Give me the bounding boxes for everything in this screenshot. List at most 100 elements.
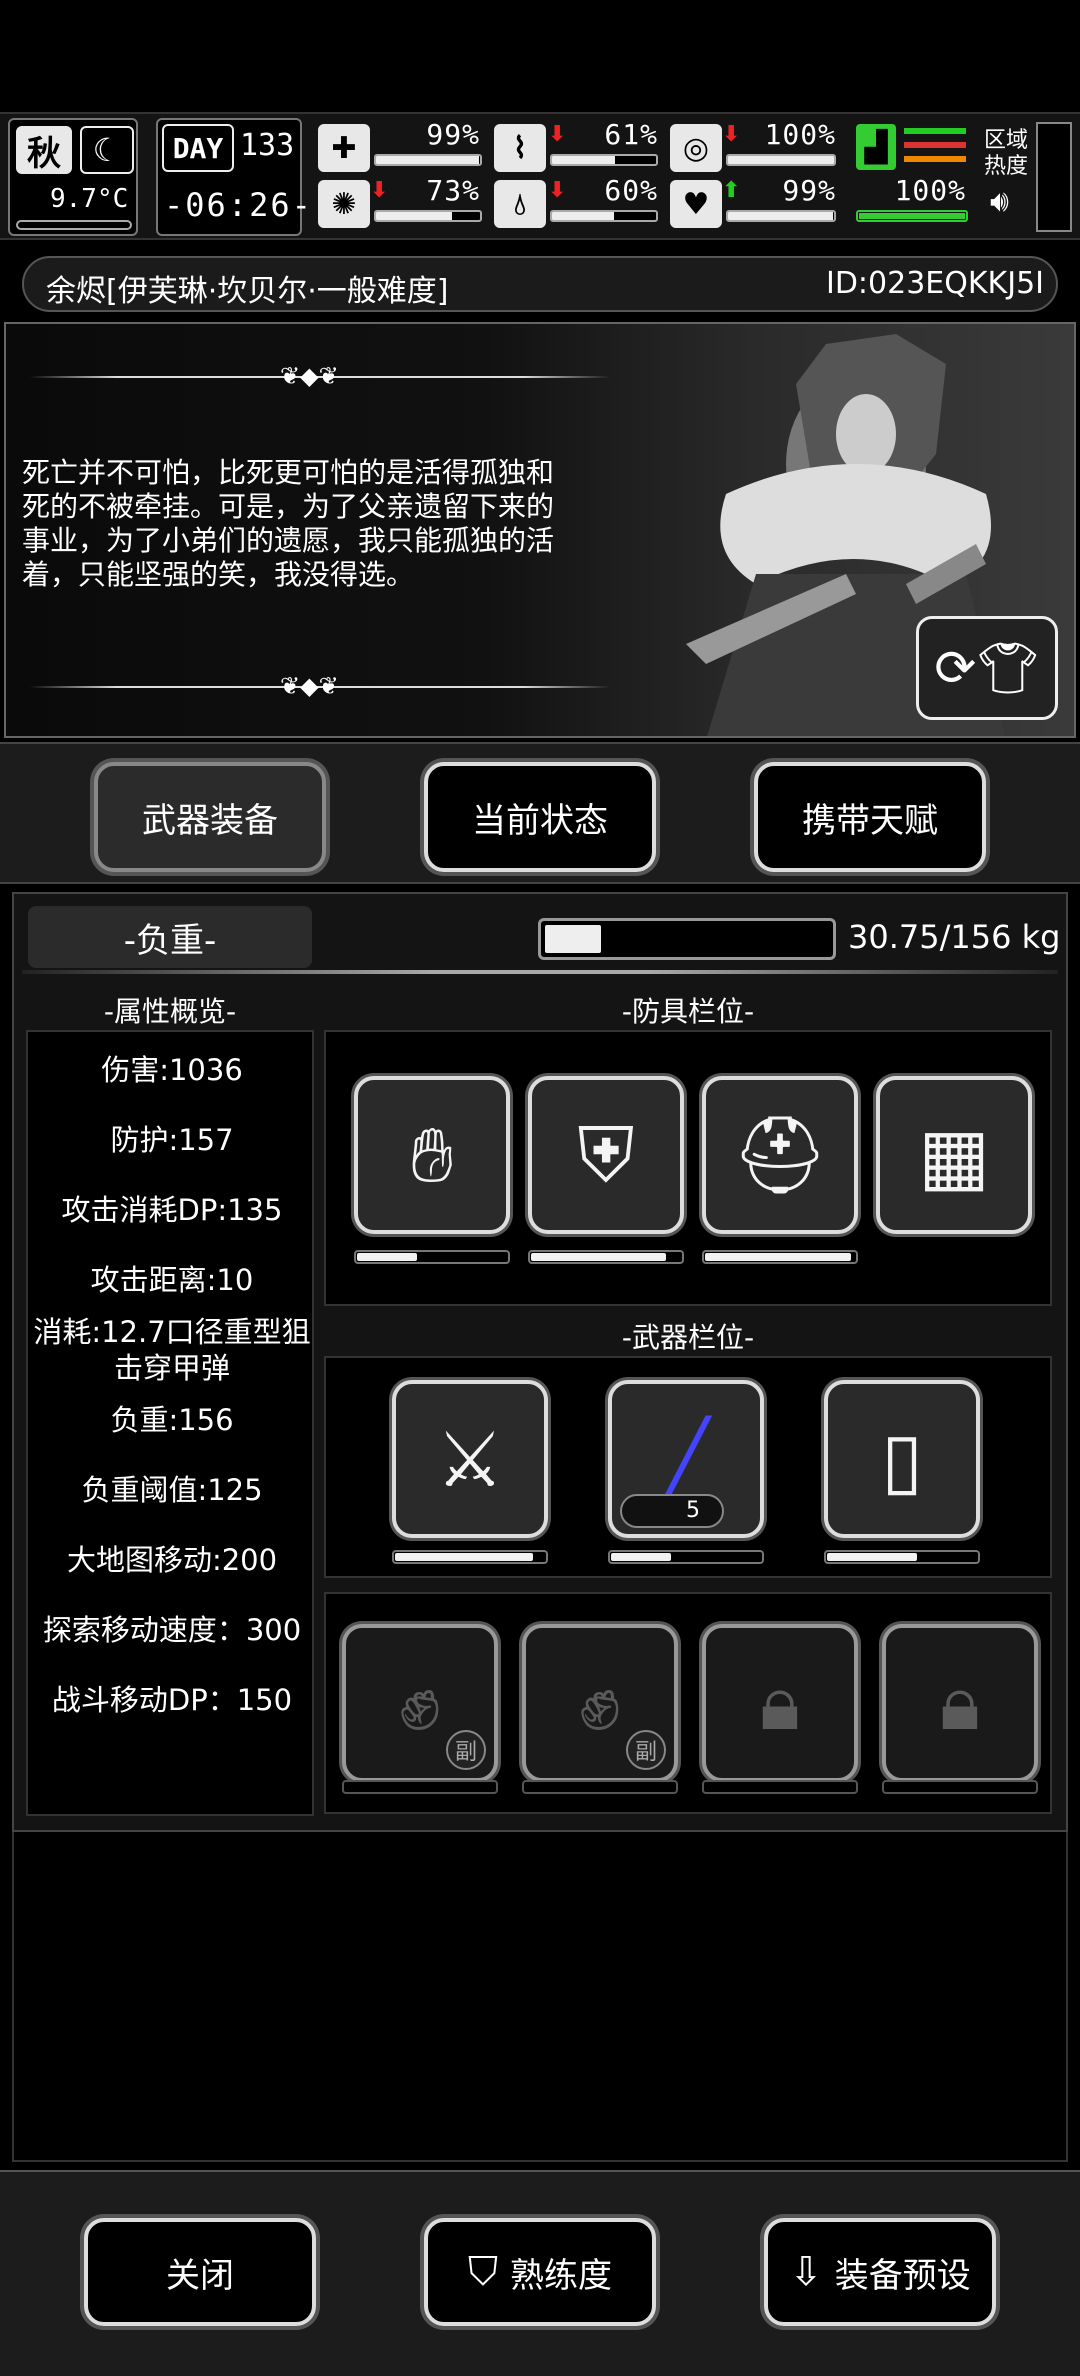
preset-icon: ⇩ [789,2249,823,2295]
attributes-heading: -属性概览- [103,995,237,1028]
face-icon: ◎ [670,124,722,172]
secondary-slot-2-bar [522,1780,678,1794]
temperature: 9.7°C [50,184,129,214]
armor-slot-helmet[interactable]: ⛑︎ [702,1076,858,1234]
ammo-count: 5 [620,1494,724,1528]
attr-attack-dp: 攻击消耗DP:135 [61,1193,283,1227]
secondary-slot-2[interactable]: ✊︎ 副 [522,1624,678,1782]
attr-weight-threshold: 负重阈值:125 [81,1473,263,1507]
season-icon: 秋 [16,126,72,174]
weapon-slot-shield[interactable]: ▯ [824,1380,980,1538]
proficiency-button[interactable]: ⛉ 熟练度 [424,2218,656,2326]
shield-durability [824,1550,980,1564]
water-drop-icon: 💧︎ [494,180,546,228]
character-portrait: ❦◆❦ 死亡并不可怕，比死更可怕的是活得孤独和 死的不被牵挂。可是，为了父亲遗留… [4,322,1076,738]
tab-carried-talents[interactable]: 携带天赋 [754,762,986,872]
lock-icon: 🔒︎ [939,1657,981,1747]
weight-label: -负重- [28,906,312,968]
change-outfit-button[interactable]: ⟳👕︎ [916,616,1058,720]
equipment-preset-button[interactable]: ⇩ 装备预设 [764,2218,996,2326]
speaker-icon[interactable]: 🔊︎ [990,184,1009,219]
empty-area [12,1832,1068,2162]
mood-value: 100% [764,118,836,151]
stamina-stripe-2 [904,142,966,148]
weapon-slots-panel: ⚔︎ ╱ 5 ▯ [324,1356,1052,1578]
character-name-bar: 余烬[伊芙琳·坎贝尔·一般难度] ID:023EQKKJ5I [22,256,1058,312]
close-button[interactable]: 关闭 [84,2218,316,2326]
secondary-slot-1-bar [342,1780,498,1794]
locked-slot-1-bar [702,1780,858,1794]
secondary-slot-1[interactable]: ✊︎ 副 [342,1624,498,1782]
thermometer-icon [16,220,132,230]
health-value: 99% [426,118,480,151]
inventory-screen: 秋 ☾ 9.7°C DAY 133 -06:26- ✚ 99% ⌇ ⬇ 61% … [0,0,1080,2376]
helmet-durability [702,1250,858,1264]
weapons-heading: -武器栏位- [621,1321,755,1354]
stomach-icon: ⌇ [494,124,546,172]
weight-bar [538,918,836,960]
preset-label: 装备预设 [834,2255,971,2296]
weapon-slot-rifle[interactable]: ╱ 5 [608,1380,764,1538]
brain-icon: ✺ [318,180,370,228]
attr-defense: 防护:157 [110,1123,234,1157]
gauntlet-icon: ✋︎ [410,1109,454,1199]
heat-meter [1036,122,1072,232]
heart-bar [726,210,836,222]
sanity-value: 73% [426,174,480,207]
region-heat-label: 区域 热度 [984,128,1029,179]
weight-value: 30.75/156 kg [848,918,1061,956]
rifle-durability [608,1550,764,1564]
thirst-bar [550,210,658,222]
proficiency-label: 熟练度 [510,2255,612,2296]
tab-current-status[interactable]: 当前状态 [424,762,656,872]
hunger-bar [550,154,658,166]
armor-slot-body[interactable]: ⛨ [528,1076,684,1234]
sanity-bar [374,210,482,222]
locked-slot-1[interactable]: 🔒︎ [702,1624,858,1782]
stamina-bar [856,210,968,222]
secondary-badge: 副 [446,1730,486,1770]
day-label: DAY [162,124,234,172]
first-aid-icon: ✚ [318,124,370,172]
stamina-stripe-1 [904,128,966,134]
status-hud: 秋 ☾ 9.7°C DAY 133 -06:26- ✚ 99% ⌇ ⬇ 61% … [0,112,1080,240]
heart-icon: ♥ [670,180,722,228]
season-box: 秋 ☾ 9.7°C [8,118,138,236]
proficiency-icon: ⛉ [468,2249,498,2295]
armor-slots-panel: ✋︎ ⛨ ⛑︎ ▦ [324,1030,1052,1306]
tab-weapons-equipment[interactable]: 武器装备 [94,762,326,872]
ornament-top: ❦◆❦ [30,362,610,390]
backpack-icon: ▦ [918,1110,990,1200]
attr-map-movement: 大地图移动:200 [66,1543,278,1577]
boot-icon: ▟ [856,124,896,170]
moon-icon: ☾ [80,126,134,174]
weapon-slot-melee[interactable]: ⚔︎ [392,1380,548,1538]
katana-icon: ⚔︎ [435,1414,505,1504]
day-number: 133 [240,128,295,163]
close-label: 关闭 [166,2255,234,2296]
lock-icon: 🔒︎ [759,1657,801,1747]
thirst-value: 60% [604,174,658,207]
attr-explore-speed: 探索移动速度：300 [42,1613,302,1647]
armor-slot-gloves[interactable]: ✋︎ [354,1076,510,1234]
stamina-value: 100% [894,174,966,207]
armor-heading: -防具栏位- [621,995,755,1028]
body-durability [528,1250,684,1264]
outfit-swap-icon: ⟳👕︎ [934,638,1040,697]
locked-slot-2-bar [882,1780,1038,1794]
attr-ammo-consumption: 消耗:12.7口径重型狙 击穿甲弹 [33,1315,311,1385]
attr-combat-move-dp: 战斗移动DP：150 [51,1683,293,1717]
gloves-durability [354,1250,510,1264]
melee-durability [392,1550,548,1564]
body-armor-icon: ⛨ [577,1109,635,1199]
riot-shield-icon: ▯ [881,1414,923,1504]
secondary-slots-panel: ✊︎ 副 ✊︎ 副 🔒︎ 🔒︎ [324,1592,1052,1814]
locked-slot-2[interactable]: 🔒︎ [882,1624,1038,1782]
character-name: 余烬[伊芙琳·坎贝尔·一般难度] [46,274,449,309]
day-box: DAY 133 -06:26- [156,118,311,236]
heart-value: 99% [782,174,836,207]
attr-damage: 伤害:1036 [101,1053,243,1087]
armor-slot-backpack[interactable]: ▦ [876,1076,1032,1234]
mood-bar [726,154,836,166]
character-id: ID:023EQKKJ5I [825,266,1044,301]
